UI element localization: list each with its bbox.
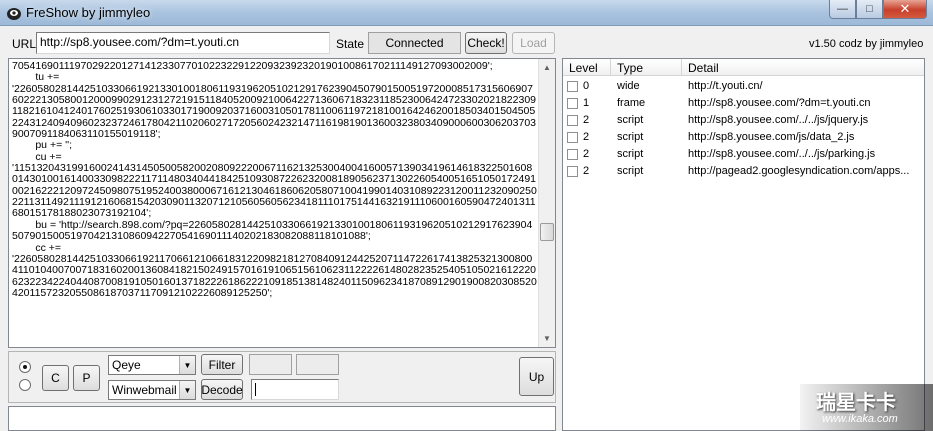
window-controls: — □ ✕: [829, 0, 927, 19]
table-row[interactable]: 1 frame http://sp8.yousee.com/?dm=t.yout…: [563, 95, 924, 112]
main-panel: URL http://sp8.yousee.com/?dm=t.youti.cn…: [0, 26, 933, 431]
table-row[interactable]: 2 script http://sp8.yousee.com/js/data_2…: [563, 129, 924, 146]
table-row[interactable]: 2 script http://sp8.yousee.com/../../js/…: [563, 112, 924, 129]
radio-option-1[interactable]: [19, 361, 31, 373]
output-textarea[interactable]: [8, 406, 556, 431]
state-label: State: [336, 37, 365, 51]
row-detail: http://sp8.yousee.com/../../js/parking.j…: [688, 148, 876, 160]
version-label: v1.50 codz by jimmyleo: [809, 38, 924, 50]
decoder-select[interactable]: Qeye ▼: [108, 355, 196, 375]
filter-button[interactable]: Filter: [201, 354, 243, 375]
window-title: FreShow by jimmyleo: [26, 5, 151, 20]
p-button[interactable]: P: [73, 365, 100, 391]
source-textarea[interactable]: 7054169011197029220127141233077010223229…: [8, 58, 556, 348]
column-divider[interactable]: [681, 59, 682, 76]
dropdown-arrow-icon[interactable]: ▼: [179, 381, 195, 399]
decoder-select-value: Qeye: [112, 358, 141, 372]
code-line: tu +=: [12, 71, 60, 84]
row-type: wide: [617, 80, 640, 92]
row-detail: http://t.youti.cn/: [688, 80, 763, 92]
row-checkbox[interactable]: [567, 166, 578, 177]
mail-select[interactable]: Winwebmail ▼: [108, 380, 196, 400]
watermark-logo: 瑞星卡卡 www.ikaka.com: [800, 384, 933, 431]
row-detail: http://sp8.yousee.com/../../js/jquery.js: [688, 114, 869, 126]
maximize-button[interactable]: □: [856, 0, 883, 19]
code-line: cu +=: [12, 150, 62, 163]
row-type: script: [617, 131, 644, 143]
table-row[interactable]: 0 wide http://t.youti.cn/: [563, 78, 924, 95]
radio-option-2[interactable]: [19, 379, 31, 391]
decode-button[interactable]: Decode: [201, 379, 243, 400]
row-detail: http://sp8.yousee.com/js/data_2.js: [688, 131, 855, 143]
c-button[interactable]: C: [42, 365, 69, 391]
text-cursor: [255, 383, 256, 397]
code-line: '115132043199160024143145050058200208092…: [12, 162, 537, 220]
title-bar[interactable]: FreShow by jimmyleo — □ ✕: [0, 0, 933, 26]
code-line: '226058028144251033066192133010018061193…: [12, 82, 537, 141]
scroll-up-arrow-icon[interactable]: ▲: [539, 59, 555, 76]
row-level: 2: [583, 165, 590, 177]
row-detail: http://sp8.yousee.com/?dm=t.youti.cn: [688, 97, 871, 109]
code-line: '226058028144251033066192117066121066183…: [12, 252, 537, 299]
dropdown-arrow-icon[interactable]: ▼: [179, 356, 195, 374]
column-level[interactable]: Level: [569, 61, 598, 75]
table-row[interactable]: 2 script http://sp8.yousee.com/../../js/…: [563, 146, 924, 163]
row-type: script: [617, 148, 644, 160]
row-checkbox[interactable]: [567, 98, 578, 109]
row-level: 2: [583, 148, 590, 160]
vertical-scrollbar[interactable]: ▲ ▼: [538, 59, 555, 347]
code-line: bu = 'http://search.898.com/?pq=22605802…: [12, 218, 533, 243]
column-type[interactable]: Type: [617, 61, 643, 75]
url-label: URL: [12, 37, 37, 51]
state-value: Connected: [368, 32, 461, 54]
mail-select-value: Winwebmail: [112, 383, 177, 397]
filter-param-2: [296, 354, 339, 375]
row-type: script: [617, 165, 644, 177]
row-checkbox[interactable]: [567, 149, 578, 160]
app-icon: [7, 8, 21, 20]
url-input[interactable]: http://sp8.yousee.com/?dm=t.youti.cn: [36, 32, 330, 54]
row-checkbox[interactable]: [567, 81, 578, 92]
table-row[interactable]: 2 script http://pagead2.googlesyndicatio…: [563, 163, 924, 180]
source-text: 7054169011197029220127141233077010223229…: [12, 60, 537, 299]
row-detail: http://pagead2.googlesyndication.com/app…: [688, 165, 910, 177]
list-header: Level Type Detail: [563, 59, 924, 76]
code-line: cc +=: [12, 241, 62, 254]
column-detail[interactable]: Detail: [688, 61, 719, 75]
row-checkbox[interactable]: [567, 115, 578, 126]
watermark-url: www.ikaka.com: [822, 413, 898, 425]
row-level: 0: [583, 80, 590, 92]
row-level: 1: [583, 97, 590, 109]
row-checkbox[interactable]: [567, 132, 578, 143]
scroll-down-arrow-icon[interactable]: ▼: [539, 330, 555, 347]
load-button[interactable]: Load: [512, 32, 555, 54]
scroll-thumb[interactable]: [540, 223, 554, 241]
filter-param-1: [249, 354, 292, 375]
code-line: 7054169011197029220127141233077010223229…: [12, 60, 493, 72]
resource-list[interactable]: Level Type Detail 0 wide http://t.youti.…: [562, 58, 925, 431]
column-divider[interactable]: [610, 59, 611, 76]
watermark-main-text: 瑞星卡卡: [816, 390, 896, 414]
minimize-button[interactable]: —: [829, 0, 856, 19]
check-button[interactable]: Check!: [465, 32, 507, 54]
code-line: pu += '';: [12, 139, 73, 152]
close-button[interactable]: ✕: [883, 0, 927, 19]
row-type: frame: [617, 97, 646, 109]
up-button[interactable]: Up: [519, 357, 554, 396]
row-type: script: [617, 114, 644, 126]
decode-input[interactable]: [251, 379, 339, 400]
row-level: 2: [583, 131, 590, 143]
row-level: 2: [583, 114, 590, 126]
